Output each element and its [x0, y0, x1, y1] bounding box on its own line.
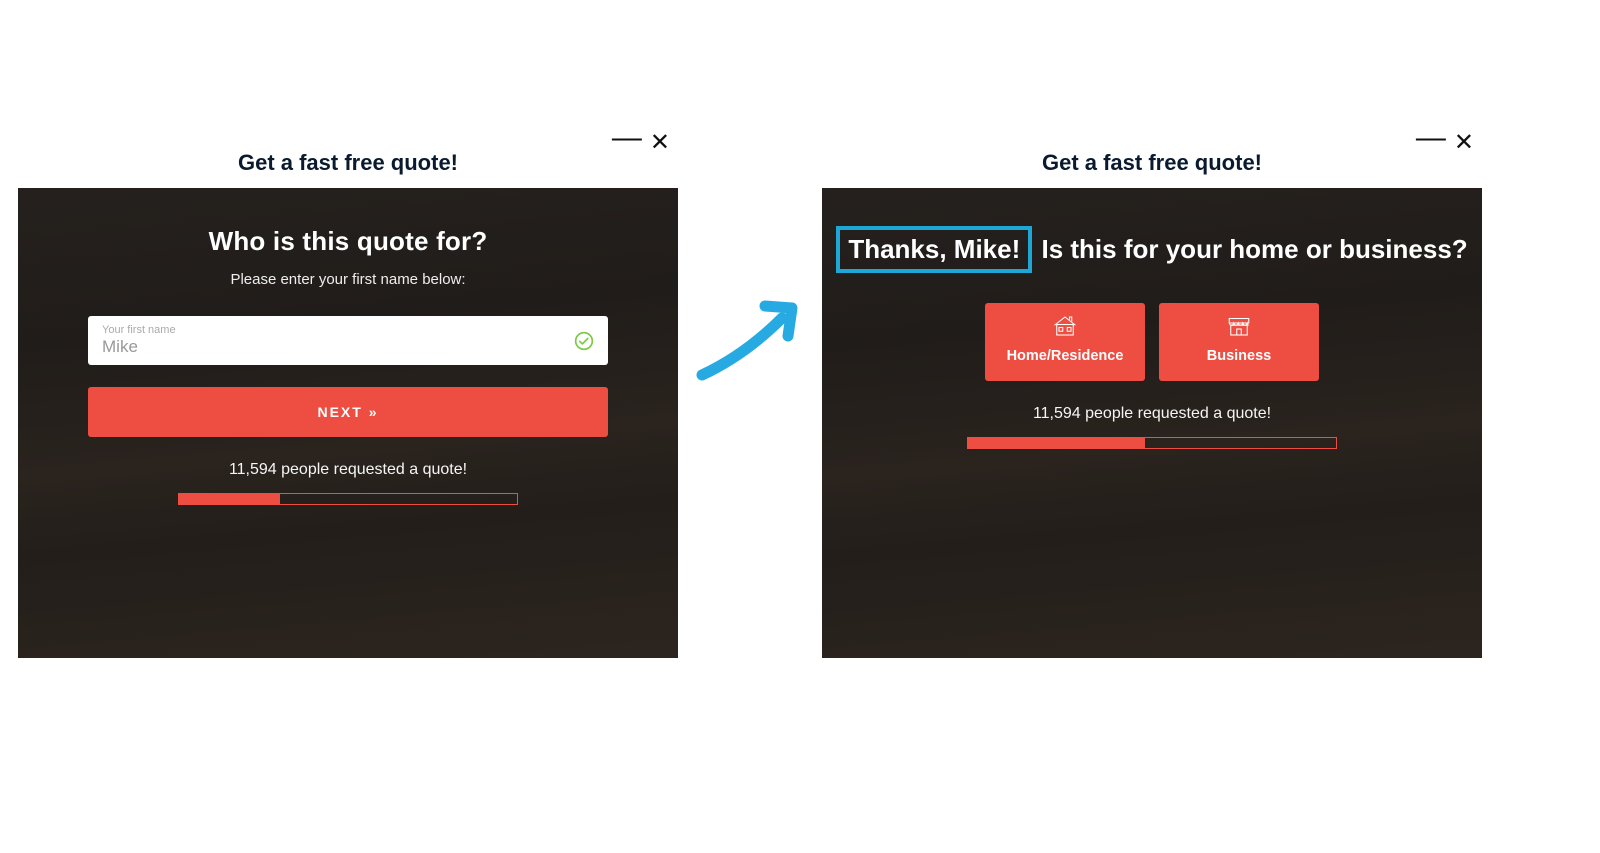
storefront-icon	[1159, 312, 1319, 340]
progress-bar	[967, 437, 1337, 449]
house-icon	[985, 312, 1145, 340]
quote-modal-step2: — ✕ Get a fast free quote! Thanks, Mike!…	[822, 120, 1482, 658]
requested-count-text: 11,594 people requested a quote!	[822, 405, 1482, 423]
progress-bar	[178, 493, 518, 505]
flow-arrow-icon	[690, 280, 810, 400]
modal-body: Thanks, Mike! Is this for your home or b…	[822, 188, 1482, 658]
window-controls: — ✕	[1416, 128, 1474, 158]
quote-modal-step1: — ✕ Get a fast free quote! Who is this q…	[18, 120, 678, 658]
choice-home-button[interactable]: Home/Residence	[985, 303, 1145, 381]
modal-title: Get a fast free quote!	[822, 150, 1482, 176]
first-name-label: Your first name	[102, 324, 594, 336]
choice-row: Home/Residence Business	[822, 303, 1482, 381]
choice-business-label: Business	[1207, 348, 1271, 364]
window-minimize-button[interactable]: —	[612, 123, 640, 153]
first-name-input[interactable]	[102, 337, 594, 357]
first-name-input-wrap[interactable]: Your first name	[88, 316, 608, 365]
next-button[interactable]: NEXT »	[88, 387, 608, 437]
window-minimize-button[interactable]: —	[1416, 123, 1444, 153]
requested-count-text: 11,594 people requested a quote!	[18, 461, 678, 479]
valid-check-icon	[574, 331, 594, 351]
choice-home-label: Home/Residence	[1007, 348, 1124, 364]
step-subheading: Please enter your first name below:	[18, 271, 678, 288]
modal-title: Get a fast free quote!	[18, 150, 678, 176]
step-heading: Thanks, Mike! Is this for your home or b…	[822, 226, 1482, 273]
window-close-button[interactable]: ✕	[1454, 131, 1474, 155]
modal-body: Who is this quote for? Please enter your…	[18, 188, 678, 658]
choice-business-button[interactable]: Business	[1159, 303, 1319, 381]
heading-personalized-highlight: Thanks, Mike!	[836, 226, 1032, 273]
progress-bar-fill	[968, 438, 1145, 448]
heading-rest: Is this for your home or business?	[1034, 234, 1467, 264]
window-controls: — ✕	[612, 128, 670, 158]
step-heading: Who is this quote for?	[18, 226, 678, 257]
window-close-button[interactable]: ✕	[650, 131, 670, 155]
progress-bar-fill	[179, 494, 280, 504]
